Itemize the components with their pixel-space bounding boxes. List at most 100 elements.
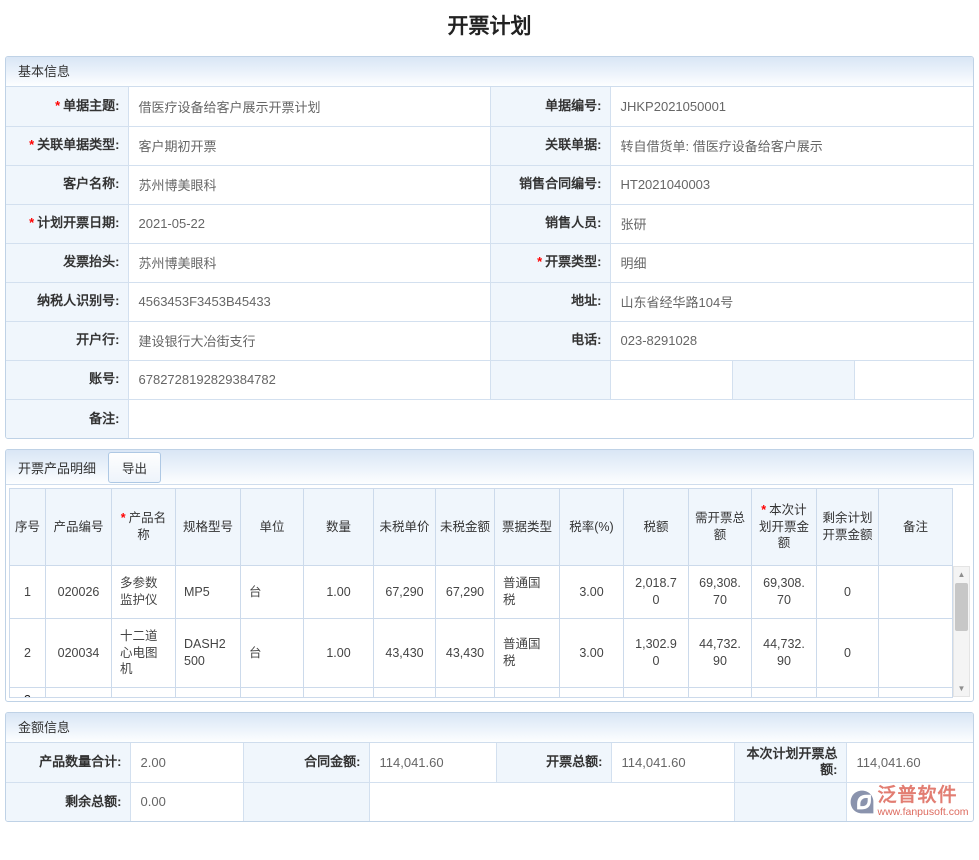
required-asterisk: *: [537, 254, 542, 269]
invoice-type-label: *开票类型:: [490, 243, 610, 282]
col-remaining: 剩余计划开票金额: [817, 489, 879, 566]
cell-unit-price: 67,290: [374, 566, 436, 619]
watermark-site: www.fanpusoft.com: [878, 807, 969, 818]
required-asterisk: *: [29, 137, 34, 152]
vertical-scrollbar[interactable]: ▲ ▼: [953, 566, 970, 697]
plan-invoice-date-label: *计划开票日期:: [6, 204, 128, 243]
remark-label: 备注:: [6, 399, 128, 438]
required-asterisk: *: [121, 511, 126, 525]
taxpayer-id-label: 纳税人识别号:: [6, 282, 128, 321]
col-seq: 序号: [10, 489, 46, 566]
amount-info-table: 产品数量合计: 2.00 合同金额: 114,041.60 开票总额: 114,…: [6, 743, 973, 821]
table-row: 备注:: [6, 399, 973, 438]
phone-label: 电话:: [490, 321, 610, 360]
table-row: 客户名称: 苏州博美眼科 销售合同编号: HT2021040003: [6, 165, 973, 204]
cell-seq: 1: [10, 566, 46, 619]
customer-name-label: 客户名称:: [6, 165, 128, 204]
address-value: 山东省经华路104号: [610, 282, 973, 321]
remark-value: [128, 399, 973, 438]
contract-number-label: 销售合同编号:: [490, 165, 610, 204]
product-table-area: 序号 产品编号 *产品名称 规格型号 单位 数量 未税单价 未税金额 票据类型 …: [6, 485, 973, 701]
cell-total-due: 69,308.70: [689, 566, 752, 619]
table-row: 纳税人识别号: 4563453F3453B45433 地址: 山东省经华路104…: [6, 282, 973, 321]
plan-total-value: 114,041.60: [846, 743, 973, 782]
cell-bill-type: 普通国税: [495, 566, 560, 619]
col-model: 规格型号: [176, 489, 241, 566]
basic-info-panel: 基本信息 *单据主题: 借医疗设备给客户展示开票计划 单据编号: JHKP202…: [5, 56, 974, 439]
cell-total-due: 44,732.90: [689, 619, 752, 688]
col-bill-type: 票据类型: [495, 489, 560, 566]
col-note: 备注: [879, 489, 953, 566]
account-value: 6782728192829384782: [128, 360, 490, 399]
cell-seq: 2: [10, 619, 46, 688]
empty-label-cell: [490, 360, 610, 399]
product-table-header-row: 序号 产品编号 *产品名称 规格型号 单位 数量 未税单价 未税金额 票据类型 …: [10, 489, 953, 566]
required-asterisk: *: [761, 503, 766, 517]
scrollbar-down-icon[interactable]: ▼: [954, 681, 969, 696]
remaining-total-label: 剩余总额:: [6, 782, 130, 821]
cell-model: MP5: [176, 566, 241, 619]
empty-value-cell: [854, 360, 973, 399]
contract-amount-value: 114,041.60: [369, 743, 496, 782]
required-asterisk: *: [55, 98, 60, 113]
page-title: 开票计划: [0, 10, 979, 40]
col-unit: 单位: [241, 489, 304, 566]
cell-bill-type: 普通国税: [495, 619, 560, 688]
empty-value-cell: [610, 360, 732, 399]
table-row: *计划开票日期: 2021-05-22 销售人员: 张研: [6, 204, 973, 243]
fanpu-logo-icon: [849, 789, 875, 815]
col-product-name: *产品名称: [112, 489, 176, 566]
watermark: 泛普软件 www.fanpusoft.com: [849, 786, 972, 818]
contract-amount-label: 合同金额:: [243, 743, 369, 782]
col-total-due: 需开票总额: [689, 489, 752, 566]
salesperson-label: 销售人员:: [490, 204, 610, 243]
product-details-panel: 开票产品明细 导出 序号 产品编号 *产品名称 规格型号 单位 数量 未税单价 …: [5, 449, 974, 702]
cell-unit-price: 43,430: [374, 619, 436, 688]
plan-total-label: 本次计划开票总额:: [734, 743, 846, 782]
cell-note: [879, 566, 953, 619]
table-row: 发票抬头: 苏州博美眼科 *开票类型: 明细: [6, 243, 973, 282]
table-row: 剩余总额: 0.00 泛普软件 www.fanpusoft.com: [6, 782, 973, 821]
basic-info-table: *单据主题: 借医疗设备给客户展示开票计划 单据编号: JHKP20210500…: [6, 87, 973, 438]
empty-value-cell: [369, 782, 734, 821]
invoice-type-value: 明细: [610, 243, 973, 282]
table-row: 开户行: 建设银行大冶街支行 电话: 023-8291028: [6, 321, 973, 360]
table-row: 账号: 6782728192829384782: [6, 360, 973, 399]
cell-amount: 67,290: [436, 566, 495, 619]
product-table: 序号 产品编号 *产品名称 规格型号 单位 数量 未税单价 未税金额 票据类型 …: [9, 488, 953, 698]
col-tax-rate: 税率(%): [560, 489, 624, 566]
bank-label: 开户行:: [6, 321, 128, 360]
cell-tax-rate: 3.00: [560, 566, 624, 619]
cell-model: DASH2500: [176, 619, 241, 688]
table-row: *单据主题: 借医疗设备给客户展示开票计划 单据编号: JHKP20210500…: [6, 87, 973, 126]
amount-info-panel: 金额信息 产品数量合计: 2.00 合同金额: 114,041.60 开票总额:…: [5, 712, 974, 822]
doc-subject-value: 借医疗设备给客户展示开票计划: [128, 87, 490, 126]
watermark-brand: 泛普软件: [878, 786, 969, 805]
empty-label-cell: [732, 360, 854, 399]
related-doc-type-value: 客户期初开票: [128, 126, 490, 165]
export-button[interactable]: 导出: [108, 452, 161, 483]
phone-value: 023-8291028: [610, 321, 973, 360]
salesperson-value: 张研: [610, 204, 973, 243]
contract-number-value: HT2021040003: [610, 165, 973, 204]
amount-info-section-title: 金额信息: [6, 713, 973, 743]
related-doc-label: 关联单据:: [490, 126, 610, 165]
scrollbar-thumb[interactable]: [955, 583, 968, 631]
cell-product-code: 020026: [46, 566, 112, 619]
cell-product-name: 多参数监护仪: [112, 566, 176, 619]
cell-qty: 1.00: [304, 566, 374, 619]
product-details-header: 开票产品明细 导出: [6, 450, 973, 485]
scrollbar-up-icon[interactable]: ▲: [954, 567, 969, 582]
cell-tax-rate: 3.00: [560, 619, 624, 688]
cell-amount: 43,430: [436, 619, 495, 688]
cell-seq: 3: [10, 688, 46, 698]
account-label: 账号:: [6, 360, 128, 399]
col-tax: 税额: [624, 489, 689, 566]
cell-note: [879, 619, 953, 688]
cell-tax: 2,018.70: [624, 566, 689, 619]
customer-name-value: 苏州博美眼科: [128, 165, 490, 204]
cell-remaining: 0: [817, 566, 879, 619]
product-row: 1 020026 多参数监护仪 MP5 台 1.00 67,290 67,290…: [10, 566, 953, 619]
col-amount: 未税金额: [436, 489, 495, 566]
qty-total-value: 2.00: [130, 743, 243, 782]
